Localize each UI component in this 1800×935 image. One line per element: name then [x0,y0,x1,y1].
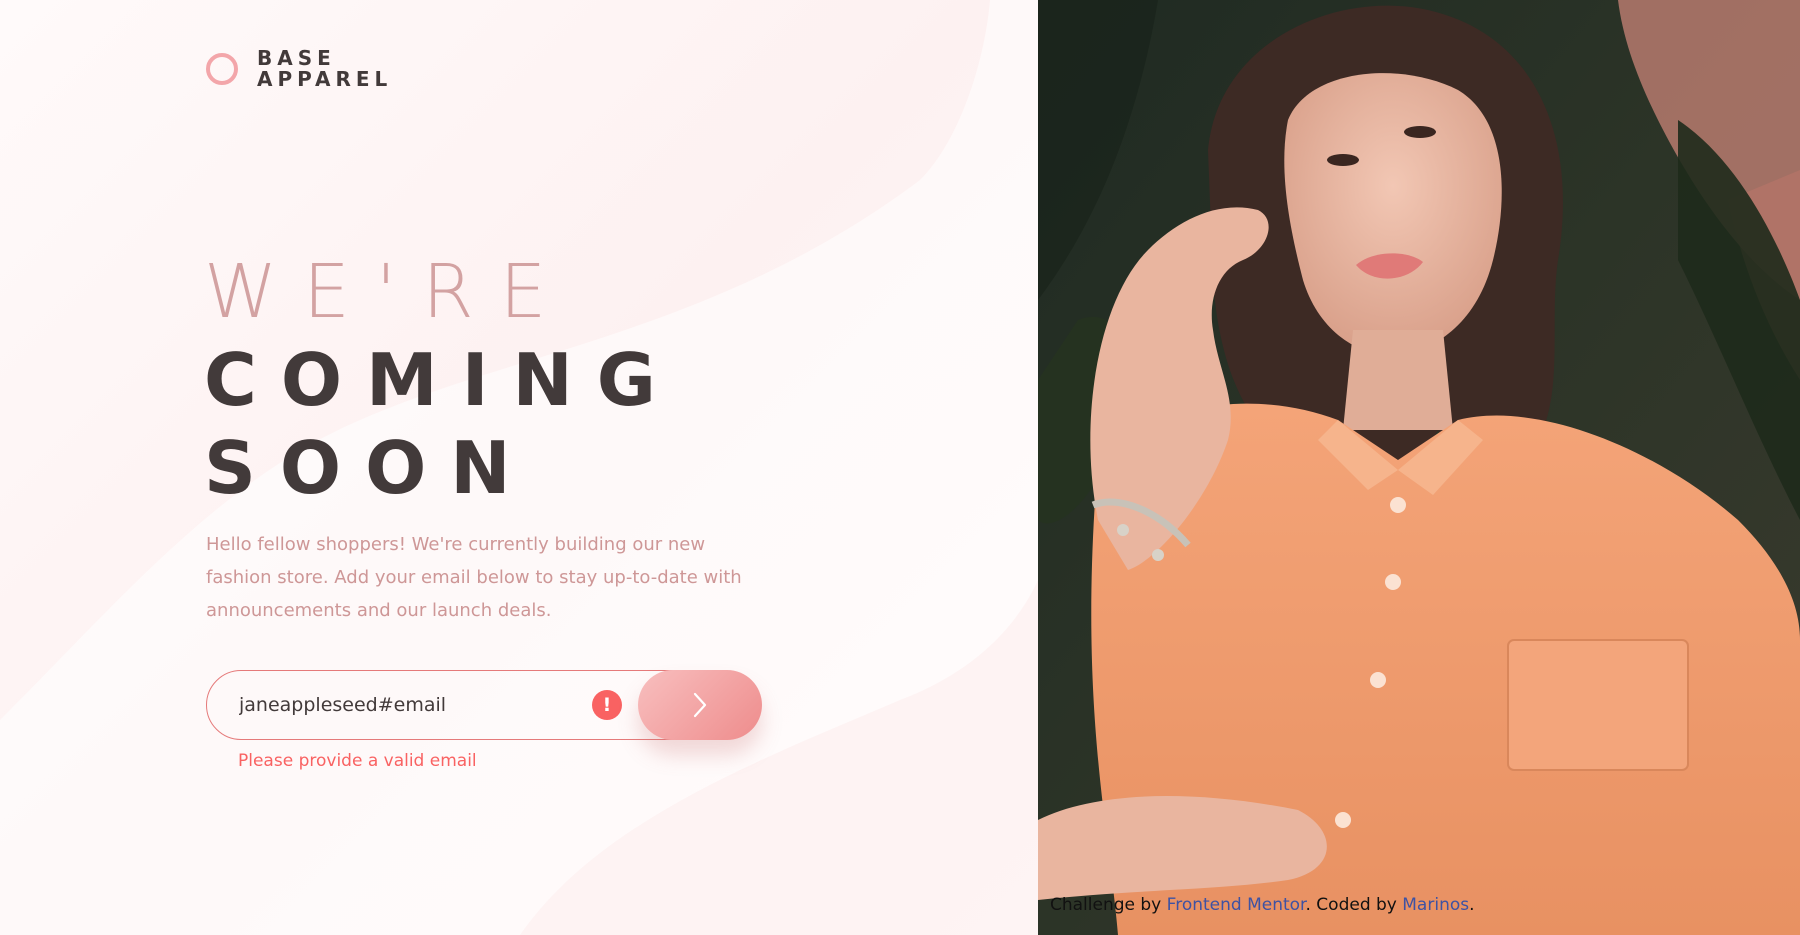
email-error-message: Please provide a valid email [238,751,477,771]
content-panel: BASE APPAREL WE'RE COMING SOON Hello fel… [0,0,1038,935]
email-field[interactable] [206,670,706,740]
attribution-suffix: . [1469,895,1475,915]
author-link[interactable]: Marinos [1402,895,1469,915]
logo-circle-icon [206,53,238,85]
hero-photo [1038,0,1800,935]
attribution: Challenge by Frontend Mentor. Coded by M… [1050,895,1475,915]
subscribe-form: ! [206,670,762,740]
attribution-middle: . Coded by [1305,895,1403,915]
submit-button[interactable] [638,670,762,740]
page: BASE APPAREL WE'RE COMING SOON Hello fel… [0,0,1800,935]
hero-image-panel: Challenge by Frontend Mentor. Coded by M… [1038,0,1800,935]
headline-line-2: COMING [204,338,680,422]
chevron-right-icon [693,692,707,718]
page-headline: WE'RE COMING SOON [204,248,680,512]
brand-name: BASE APPAREL [257,48,392,90]
brand-line-2: APPAREL [257,67,393,91]
headline-line-3: SOON [204,426,535,510]
intro-text: Hello fellow shoppers! We're currently b… [206,534,742,621]
brand-line-1: BASE [257,46,336,70]
attribution-prefix: Challenge by [1050,895,1167,915]
headline-line-1: WE'RE [204,249,573,335]
error-icon: ! [592,690,622,720]
brand-logo[interactable]: BASE APPAREL [206,48,392,90]
frontend-mentor-link[interactable]: Frontend Mentor [1167,895,1306,915]
